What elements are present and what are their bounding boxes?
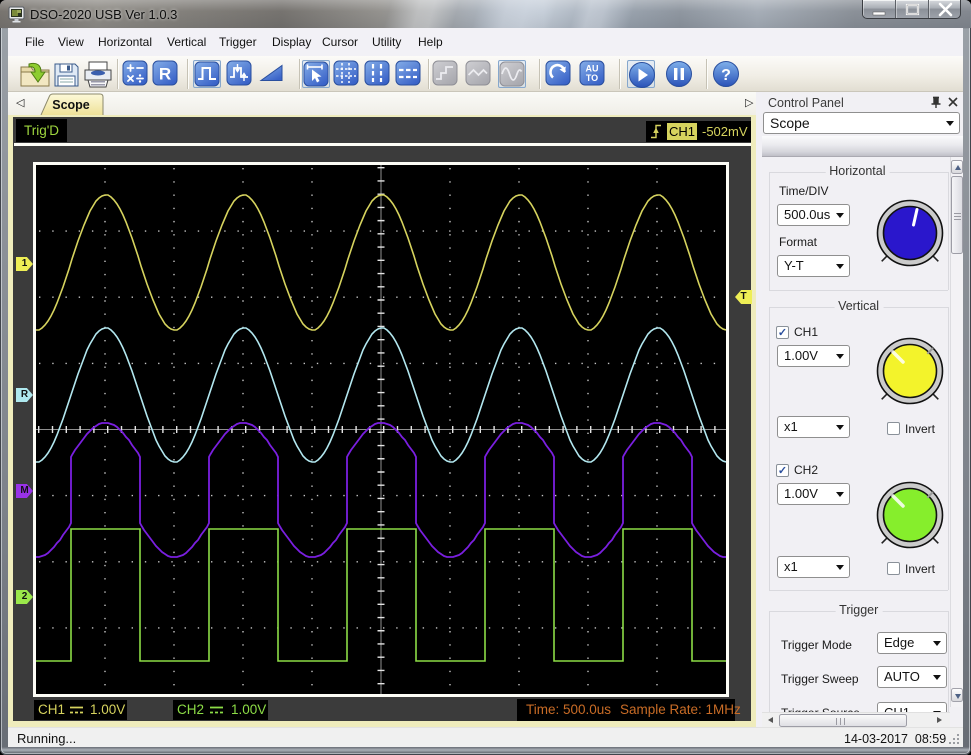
svg-text:?: ? <box>721 67 731 84</box>
svg-text:Scope: Scope <box>52 98 90 112</box>
svg-text:TO: TO <box>586 73 598 83</box>
svg-text:R: R <box>159 65 171 84</box>
svg-text:AU: AU <box>586 64 599 74</box>
